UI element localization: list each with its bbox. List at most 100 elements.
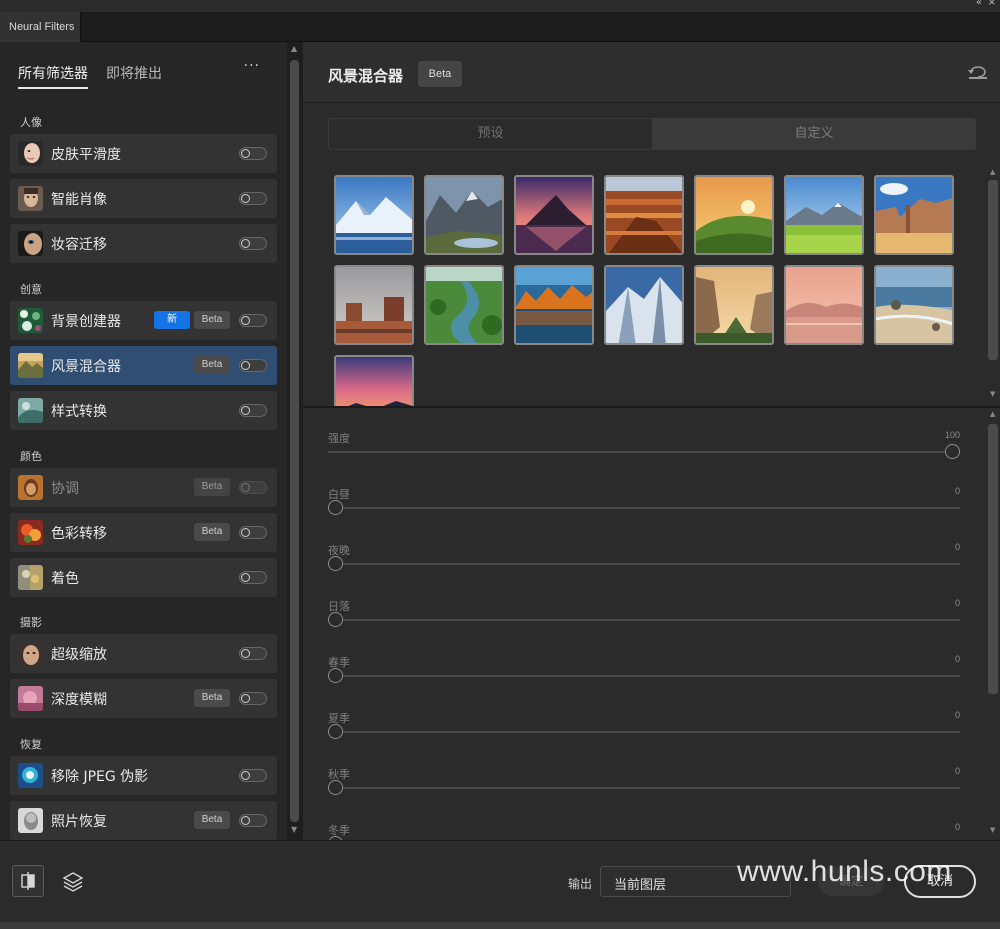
filter-toggle[interactable]: [239, 404, 267, 417]
scroll-down-icon[interactable]: ▼: [291, 825, 297, 834]
slider-daytime[interactable]: 白昼 0: [328, 486, 960, 542]
scrollbar-thumb[interactable]: [988, 180, 998, 360]
tab-coming-soon[interactable]: 即将推出: [106, 63, 162, 83]
filter-item-style-transfer[interactable]: 样式转换: [10, 391, 277, 430]
slider-spring[interactable]: 春季 0: [328, 654, 960, 710]
tab-all-filters[interactable]: 所有筛选器: [18, 63, 88, 89]
slider-label: 日落: [328, 600, 350, 613]
preset-grid-scrollbar[interactable]: ▲ ▼: [986, 166, 1000, 406]
filter-toggle[interactable]: [239, 647, 267, 660]
filter-item-label: 着色: [51, 571, 79, 587]
section-label-color: 颜色: [20, 450, 42, 463]
scrollbar-thumb[interactable]: [988, 424, 998, 694]
tab-neural-filters[interactable]: Neural Filters: [0, 12, 81, 42]
preset-tile-pink-sunset-sky[interactable]: [334, 355, 414, 406]
slider-handle[interactable]: [328, 612, 343, 627]
slider-handle[interactable]: [945, 444, 960, 459]
slider-handle[interactable]: [328, 500, 343, 515]
filter-item-photo-restoration[interactable]: 照片恢复 Beta: [10, 801, 277, 840]
preset-tile-sunrise-hills[interactable]: [694, 175, 774, 255]
preset-tile-canyon[interactable]: [604, 175, 684, 255]
slider-winter[interactable]: 冬季 0: [328, 822, 960, 840]
scroll-up-icon[interactable]: ▲: [990, 168, 995, 176]
slider-label: 秋季: [328, 768, 350, 781]
filter-item-colorize[interactable]: 着色: [10, 558, 277, 597]
background-creator-thumbnail: [18, 308, 43, 333]
layers-icon[interactable]: [62, 871, 84, 893]
filter-item-landscape-mixer[interactable]: 风景混合器 Beta: [10, 346, 277, 385]
scrollbar-thumb[interactable]: [290, 60, 299, 822]
close-panel-icon[interactable]: ×: [988, 0, 996, 8]
slider-autumn[interactable]: 秋季 0: [328, 766, 960, 822]
slider-track[interactable]: [328, 563, 960, 565]
segment-preset[interactable]: 预设: [329, 119, 652, 149]
preset-tile-yosemite-valley[interactable]: [694, 265, 774, 345]
slider-summer[interactable]: 夏季 0: [328, 710, 960, 766]
slider-track[interactable]: [328, 619, 960, 621]
preset-tile-green-meadow[interactable]: [784, 175, 864, 255]
slider-track[interactable]: [328, 731, 960, 733]
preset-tile-misty-pink-lake[interactable]: [784, 265, 864, 345]
more-options-icon[interactable]: ···: [244, 58, 260, 74]
filter-toggle[interactable]: [239, 481, 267, 494]
filter-toggle[interactable]: [239, 814, 267, 827]
slider-track[interactable]: [328, 675, 960, 677]
filter-toggle[interactable]: [239, 237, 267, 250]
filter-item-color-transfer[interactable]: 色彩转移 Beta: [10, 513, 277, 552]
filter-item-depth-blur[interactable]: 深度模糊 Beta: [10, 679, 277, 718]
scroll-up-icon[interactable]: ▲: [990, 410, 995, 418]
preset-tile-desert-cliffs[interactable]: [874, 175, 954, 255]
filter-toggle[interactable]: [239, 526, 267, 539]
filter-toggle[interactable]: [239, 571, 267, 584]
slider-track[interactable]: [328, 507, 960, 509]
color-transfer-thumbnail: [18, 520, 43, 545]
reset-icon[interactable]: [968, 64, 988, 80]
slider-list-scrollbar[interactable]: ▲ ▼: [986, 408, 1000, 840]
segment-custom[interactable]: 自定义: [652, 118, 976, 150]
preset-tile-snow-peaks[interactable]: [604, 265, 684, 345]
scroll-up-icon[interactable]: ▲: [291, 44, 297, 53]
depth-blur-thumbnail: [18, 686, 43, 711]
filter-toggle[interactable]: [239, 192, 267, 205]
preset-tile-monument-valley[interactable]: [334, 265, 414, 345]
filter-item-jpeg-artifact-removal[interactable]: 移除 JPEG 伪影: [10, 756, 277, 795]
slider-track[interactable]: [328, 787, 960, 789]
show-before-after-button[interactable]: [12, 865, 44, 897]
filter-toggle[interactable]: [239, 314, 267, 327]
preset-tile-sunset-matterhorn[interactable]: [514, 175, 594, 255]
filter-item-label: 深度模糊: [51, 692, 107, 708]
filter-toggle[interactable]: [239, 692, 267, 705]
filter-toggle[interactable]: [239, 359, 267, 372]
filter-item-background-creator[interactable]: 背景创建器 新 Beta: [10, 301, 277, 340]
bottom-resize-strip[interactable]: [0, 922, 1000, 929]
filter-item-skin-smoothing[interactable]: 皮肤平滑度: [10, 134, 277, 173]
slider-track[interactable]: [328, 451, 960, 453]
slider-handle[interactable]: [328, 668, 343, 683]
preset-tile-valley-lake[interactable]: [424, 175, 504, 255]
filter-item-label: 妆容迁移: [51, 237, 107, 253]
section-label-creative: 创意: [20, 283, 42, 296]
slider-sunset[interactable]: 日落 0: [328, 598, 960, 654]
filter-item-smart-portrait[interactable]: 智能肖像: [10, 179, 277, 218]
slider-handle[interactable]: [328, 780, 343, 795]
preset-tile-coastal-beach[interactable]: [874, 265, 954, 345]
filter-item-makeup-transfer[interactable]: 妆容迁移: [10, 224, 277, 263]
preset-tile-green-river[interactable]: [424, 265, 504, 345]
filter-toggle[interactable]: [239, 769, 267, 782]
scroll-down-icon[interactable]: ▼: [990, 390, 995, 398]
scroll-down-icon[interactable]: ▼: [990, 826, 995, 834]
filter-item-label: 色彩转移: [51, 526, 107, 542]
filter-item-harmonization[interactable]: 协调 Beta: [10, 468, 277, 507]
slider-value: 0: [954, 486, 960, 496]
slider-night[interactable]: 夜晚 0: [328, 542, 960, 598]
filter-toggle[interactable]: [239, 147, 267, 160]
slider-intensity[interactable]: 强度 100: [328, 430, 960, 486]
slider-handle[interactable]: [328, 556, 343, 571]
slider-handle[interactable]: [328, 724, 343, 739]
panel-top-strip: « ×: [0, 0, 1000, 12]
filter-item-super-zoom[interactable]: 超级缩放: [10, 634, 277, 673]
preset-tile-autumn-lake[interactable]: [514, 265, 594, 345]
preset-tile-snow-mountain-lake[interactable]: [334, 175, 414, 255]
collapse-panel-icon[interactable]: «: [976, 0, 982, 8]
filter-list-scrollbar[interactable]: ▲ ▼: [287, 42, 303, 840]
